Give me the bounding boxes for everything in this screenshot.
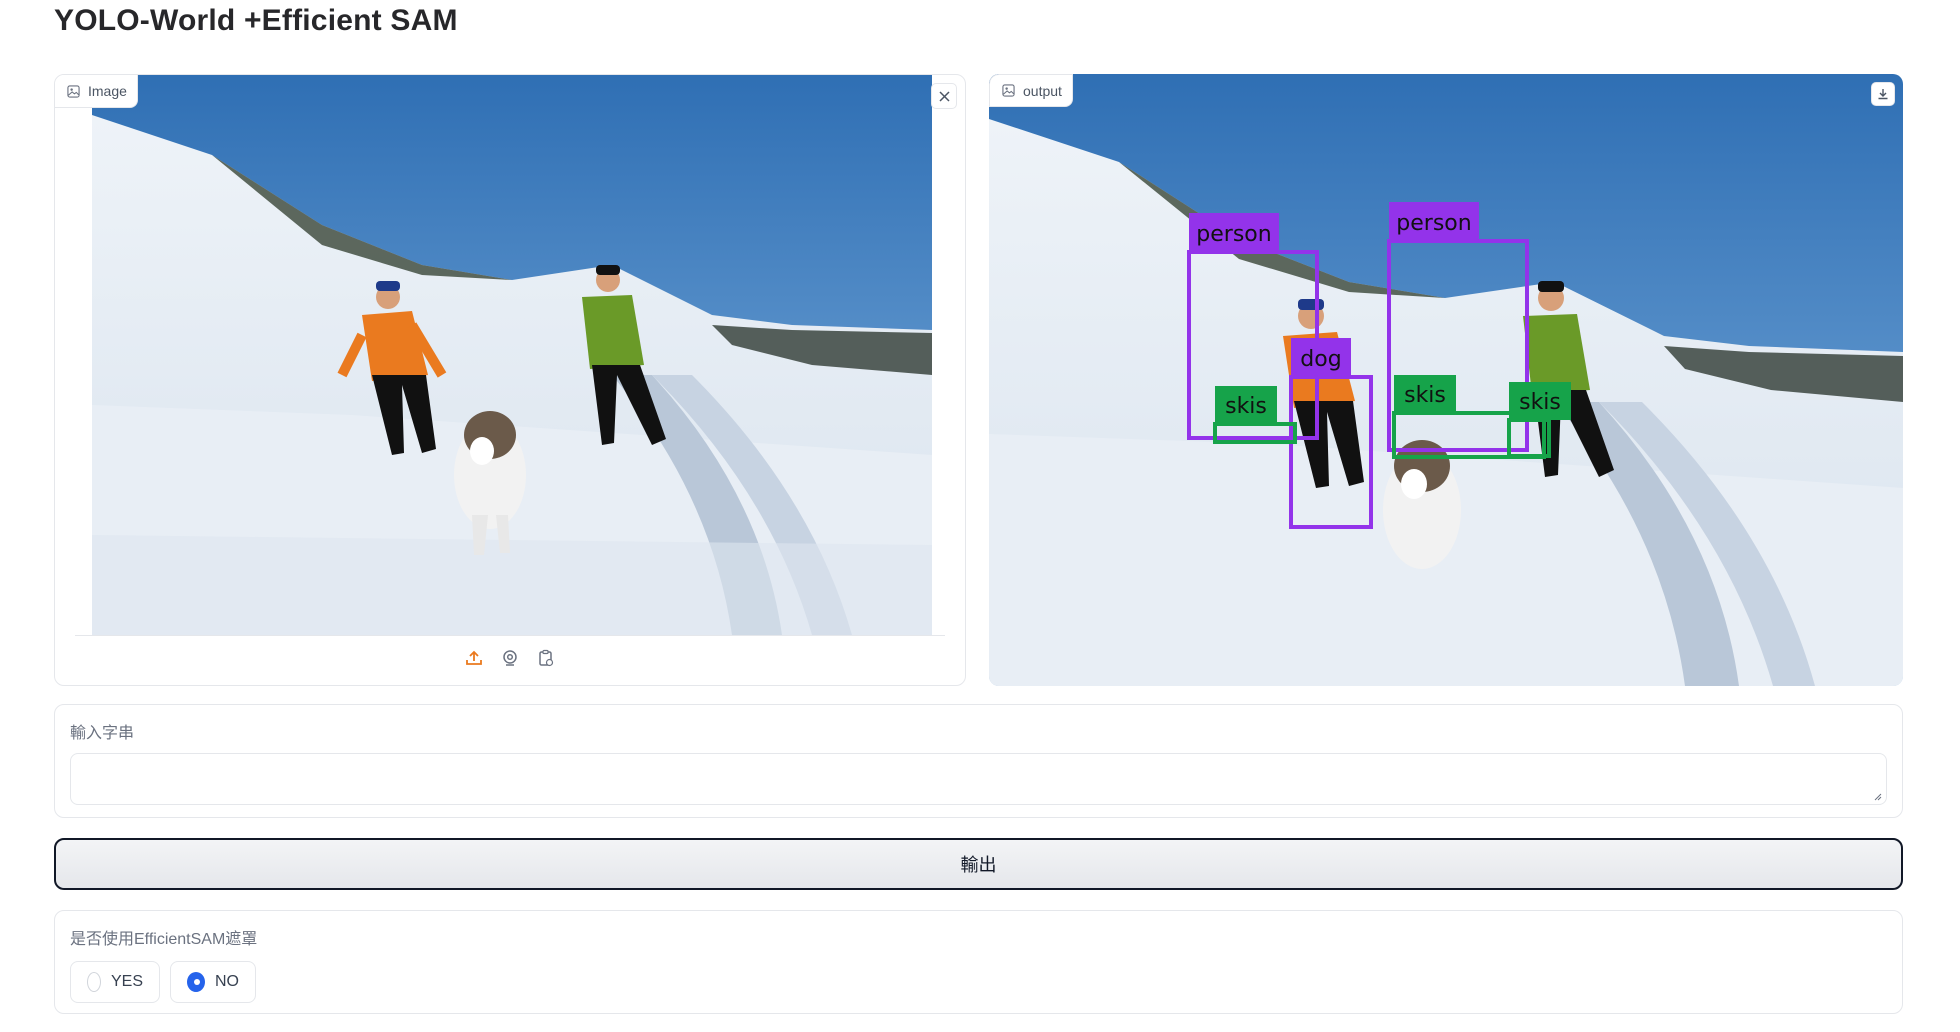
webcam-button[interactable]	[499, 647, 521, 669]
image-icon	[67, 84, 80, 98]
image-source-toolbar	[55, 647, 965, 677]
output-label-badge: output	[989, 74, 1073, 107]
detection-result-image: person person dog skis skis skis	[989, 74, 1903, 686]
radio-label-no: NO	[215, 973, 239, 990]
output-panel: person person dog skis skis skis output	[989, 74, 1903, 686]
page-title: YOLO-World +Efficient SAM	[54, 4, 458, 37]
image-input-panel[interactable]: Image	[54, 74, 966, 686]
person-label-2: person	[1396, 211, 1471, 236]
radio-label-yes: YES	[110, 973, 143, 990]
clear-image-button[interactable]	[931, 83, 957, 109]
skis-label-3: skis	[1519, 390, 1561, 415]
output-image: person person dog skis skis skis	[989, 74, 1903, 686]
radio-circle-no[interactable]	[187, 972, 205, 992]
download-button[interactable]	[1871, 82, 1895, 106]
resize-grip-icon[interactable]	[1872, 791, 1882, 801]
download-icon	[1878, 89, 1888, 100]
upload-icon	[466, 650, 482, 665]
ski-scene-image	[92, 75, 932, 635]
image-icon	[1002, 84, 1015, 97]
radio-option-yes[interactable]: YES	[70, 961, 160, 1003]
close-icon	[938, 90, 950, 102]
skis-label-1: skis	[1225, 394, 1267, 419]
text-input-label: 輸入字串	[70, 725, 135, 742]
text-input-block: 輸入字串	[54, 704, 1903, 818]
output-label: output	[1023, 82, 1062, 99]
webcam-icon	[503, 650, 517, 666]
clipboard-icon	[539, 649, 554, 667]
image-label: Image	[88, 83, 127, 99]
person-label-1: person	[1196, 222, 1271, 247]
image-divider	[75, 635, 945, 636]
image-label-badge: Image	[55, 75, 138, 108]
upload-button[interactable]	[463, 647, 485, 669]
mask-option-block: 是否使用EfficientSAM遮罩 YES NO	[54, 910, 1903, 1014]
radio-option-no[interactable]: NO	[170, 961, 256, 1003]
input-image	[92, 75, 932, 635]
dog-label: dog	[1300, 347, 1341, 372]
submit-button[interactable]: 輸出	[54, 838, 1903, 890]
radio-circle-yes[interactable]	[87, 972, 101, 992]
prompt-input[interactable]	[70, 753, 1887, 805]
clipboard-button[interactable]	[535, 647, 557, 669]
mask-radio-group: YES NO	[70, 961, 256, 1003]
mask-option-label: 是否使用EfficientSAM遮罩	[70, 931, 258, 948]
skis-label-2: skis	[1404, 383, 1446, 408]
